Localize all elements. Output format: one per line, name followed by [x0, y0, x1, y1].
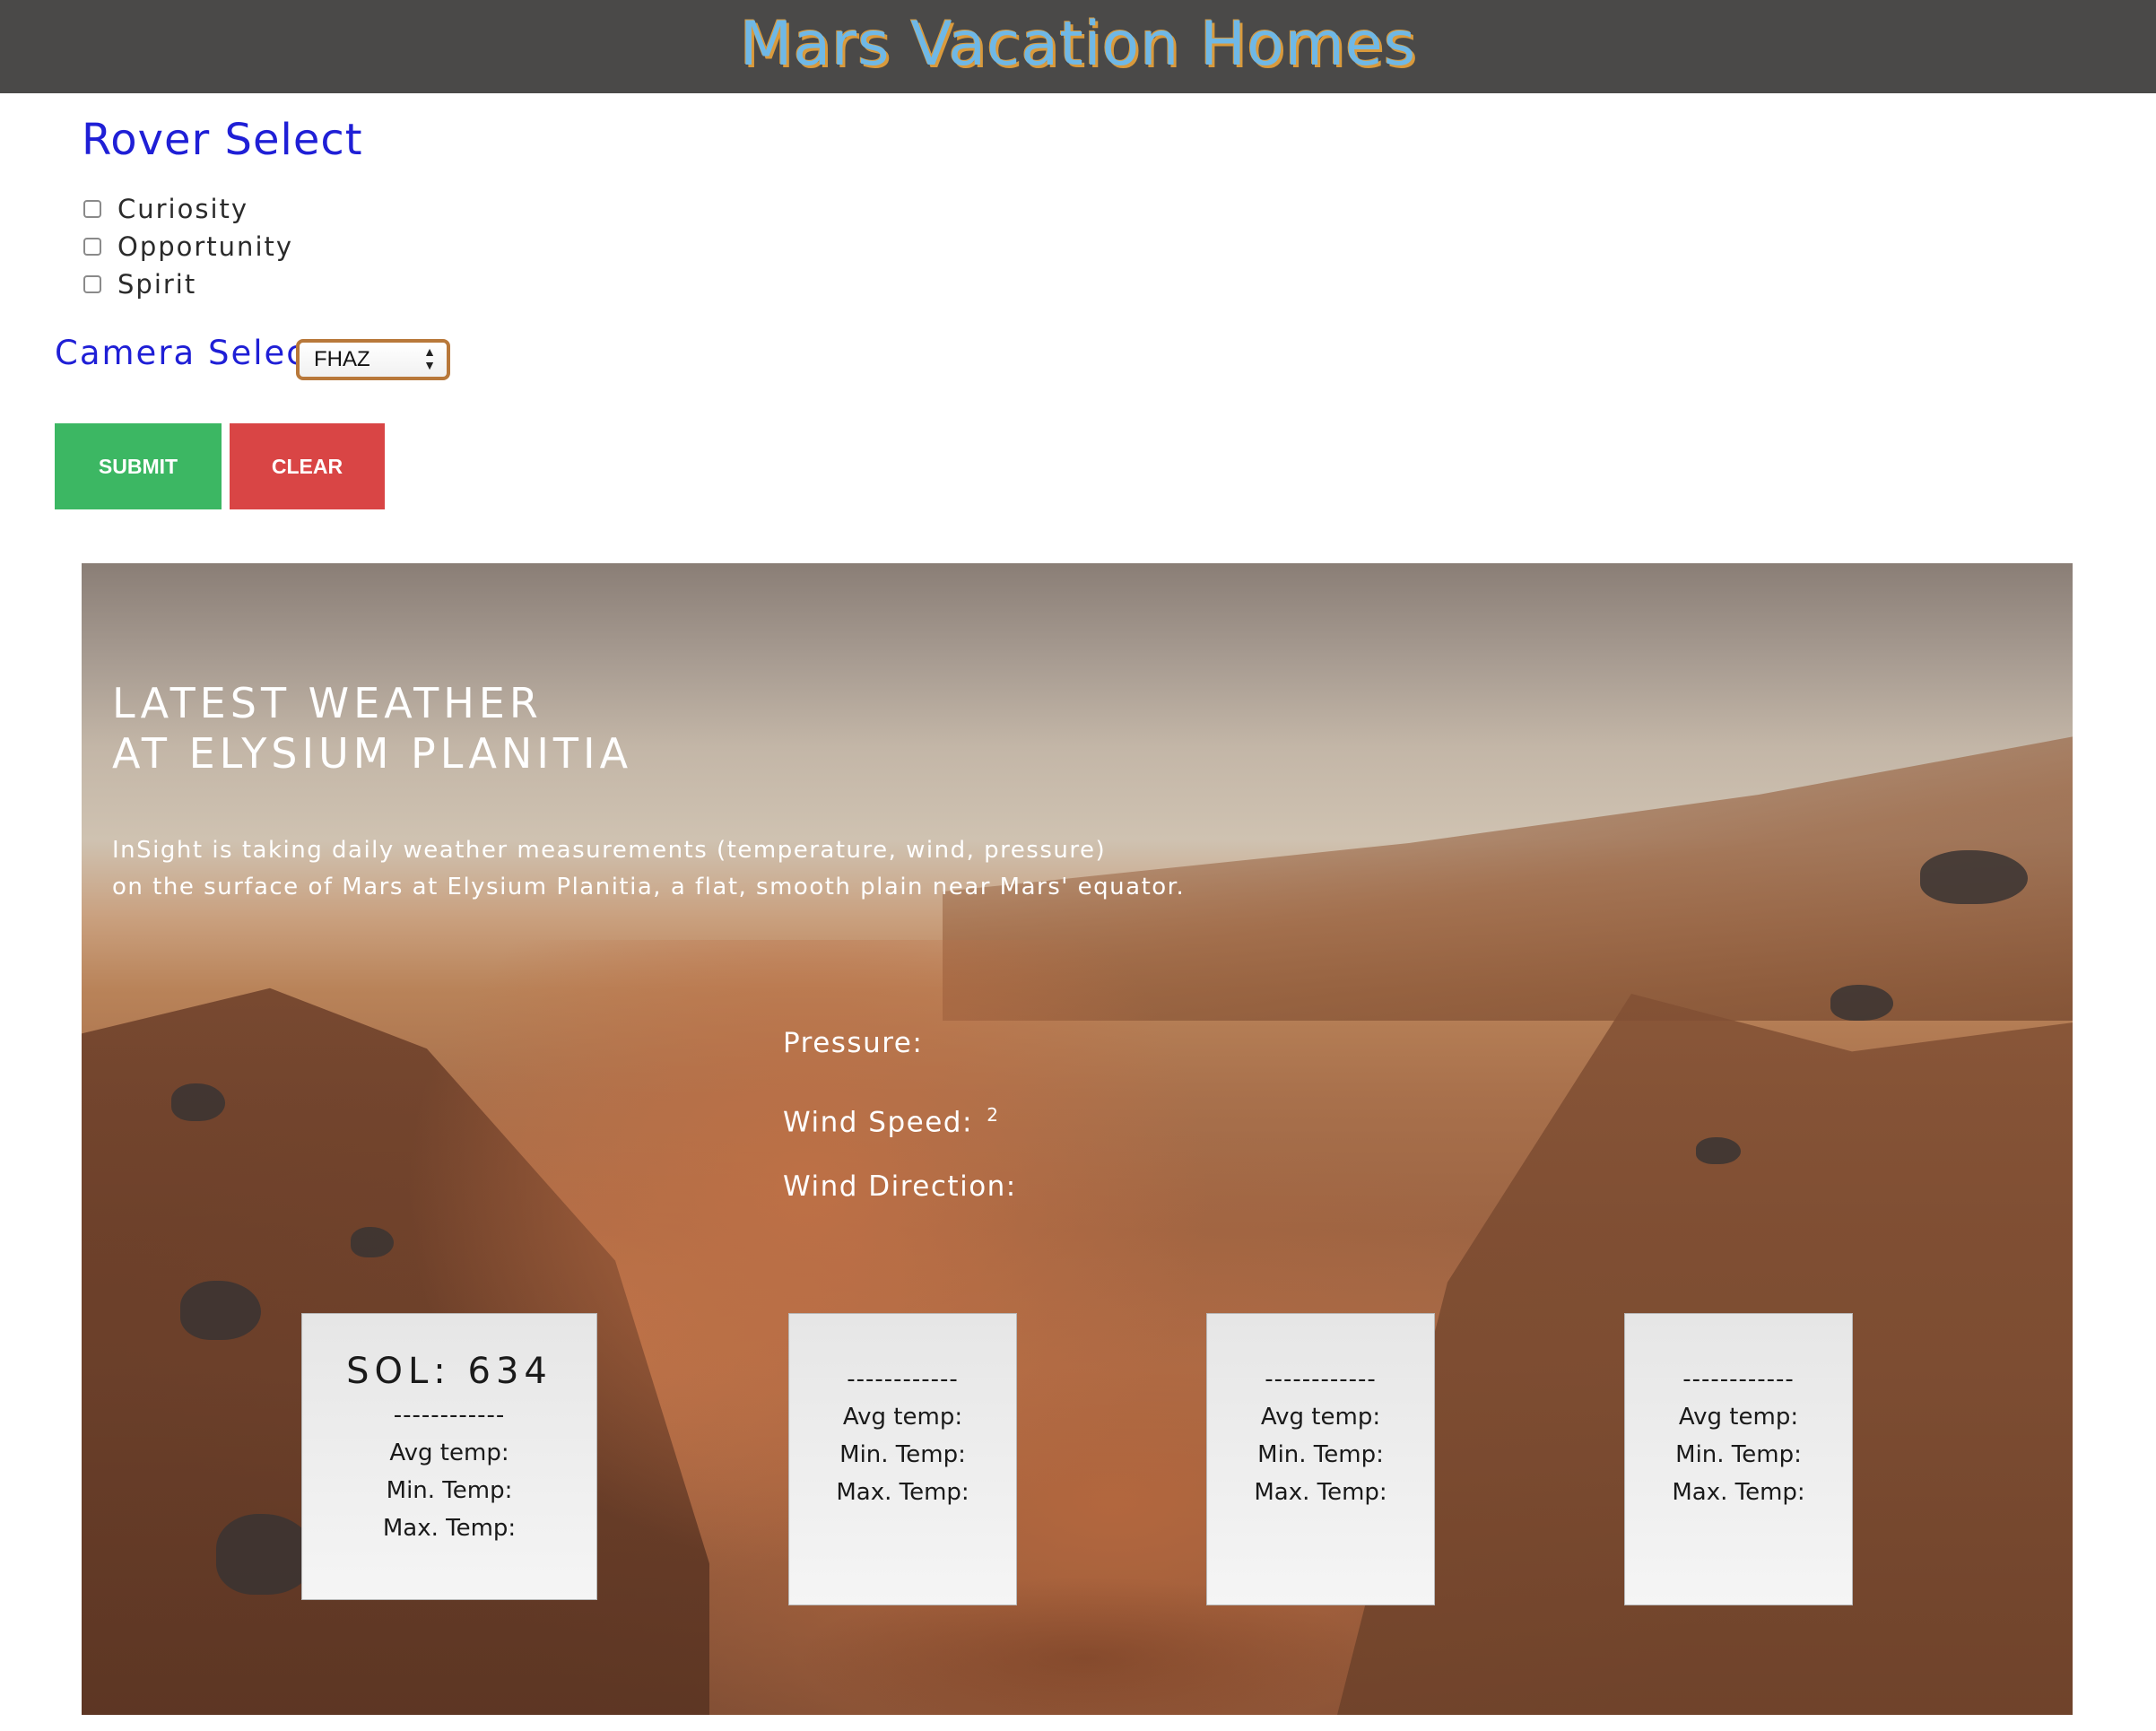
rover-option-curiosity[interactable]: Curiosity	[82, 190, 293, 228]
top-header-bar: Mars Vacation Homes	[0, 0, 2156, 93]
avg-temp-label: Avg temp:	[1260, 1404, 1381, 1431]
sol-number: SOL: 634	[346, 1351, 552, 1392]
rover-select-heading: Rover Select	[82, 115, 363, 165]
sol-card: ------------ Avg temp: Min. Temp: Max. T…	[788, 1313, 1017, 1605]
weather-panel: LATEST WEATHER AT ELYSIUM PLANITIA InSig…	[82, 563, 2073, 1715]
camera-select-value: FHAZ	[314, 347, 370, 371]
avg-temp-label: Avg temp:	[1678, 1404, 1799, 1431]
wind-speed-label: Wind Speed:	[783, 1106, 973, 1139]
rock	[216, 1514, 315, 1595]
sol-card: SOL: 634 ------------ Avg temp: Min. Tem…	[301, 1313, 597, 1600]
rock	[1830, 985, 1893, 1021]
pressure-stat: Pressure:	[783, 1021, 1017, 1092]
card-divider: ------------	[393, 1402, 506, 1429]
avg-temp-label: Avg temp:	[842, 1404, 963, 1431]
wind-direction-label: Wind Direction:	[783, 1170, 1017, 1203]
weather-heading-line2: AT ELYSIUM PLANITIA	[112, 729, 633, 778]
rover-label-curiosity: Curiosity	[117, 194, 249, 224]
max-temp-label: Max. Temp:	[836, 1479, 969, 1506]
submit-button[interactable]: SUBMIT	[55, 423, 222, 509]
avg-temp-label: Avg temp:	[389, 1440, 509, 1466]
min-temp-label: Min. Temp:	[1257, 1441, 1384, 1468]
weather-description-line2: on the surface of Mars at Elysium Planit…	[112, 874, 1186, 900]
rover-option-opportunity[interactable]: Opportunity	[82, 228, 293, 265]
checkbox-curiosity[interactable]	[83, 200, 101, 218]
rock	[1696, 1137, 1741, 1164]
checkbox-spirit[interactable]	[83, 275, 101, 293]
rover-option-spirit[interactable]: Spirit	[82, 265, 293, 303]
pressure-label: Pressure:	[783, 1027, 924, 1059]
sol-card: ------------ Avg temp: Min. Temp: Max. T…	[1624, 1313, 1853, 1605]
min-temp-label: Min. Temp:	[1675, 1441, 1802, 1468]
weather-heading: LATEST WEATHER AT ELYSIUM PLANITIA	[112, 678, 632, 779]
sol-card: ------------ Avg temp: Min. Temp: Max. T…	[1206, 1313, 1435, 1605]
camera-select-label: Camera Select	[55, 334, 322, 372]
card-divider: ------------	[1682, 1366, 1795, 1393]
checkbox-opportunity[interactable]	[83, 238, 101, 256]
site-title: Mars Vacation Homes	[739, 9, 1417, 80]
weather-heading-line1: LATEST WEATHER	[112, 679, 543, 727]
rover-checkbox-list: Curiosity Opportunity Spirit	[82, 190, 293, 303]
rock	[351, 1227, 394, 1257]
max-temp-label: Max. Temp:	[1672, 1479, 1805, 1506]
wind-speed-stat: Wind Speed: 2	[783, 1092, 1017, 1164]
max-temp-label: Max. Temp:	[382, 1515, 517, 1542]
weather-stats: Pressure: Wind Speed: 2 Wind Direction:	[783, 1021, 1017, 1236]
rock	[180, 1281, 261, 1340]
clear-button[interactable]: CLEAR	[230, 423, 385, 509]
max-temp-label: Max. Temp:	[1254, 1479, 1387, 1506]
card-divider: ------------	[1265, 1366, 1377, 1393]
wind-speed-superscript: 2	[987, 1104, 1000, 1126]
select-updown-arrow-icon: ▲ ▼	[423, 344, 436, 372]
wind-direction-stat: Wind Direction:	[783, 1164, 1017, 1236]
card-divider: ------------	[847, 1366, 959, 1393]
rover-label-opportunity: Opportunity	[117, 231, 294, 262]
min-temp-label: Min. Temp:	[839, 1441, 966, 1468]
camera-select-dropdown[interactable]: FHAZ ▲ ▼	[296, 339, 450, 380]
weather-description: InSight is taking daily weather measurem…	[112, 832, 1278, 906]
min-temp-label: Min. Temp:	[386, 1477, 513, 1504]
weather-description-line1: InSight is taking daily weather measurem…	[112, 837, 1107, 864]
rock	[1920, 850, 2028, 904]
rover-label-spirit: Spirit	[117, 269, 197, 300]
rock	[171, 1083, 225, 1121]
